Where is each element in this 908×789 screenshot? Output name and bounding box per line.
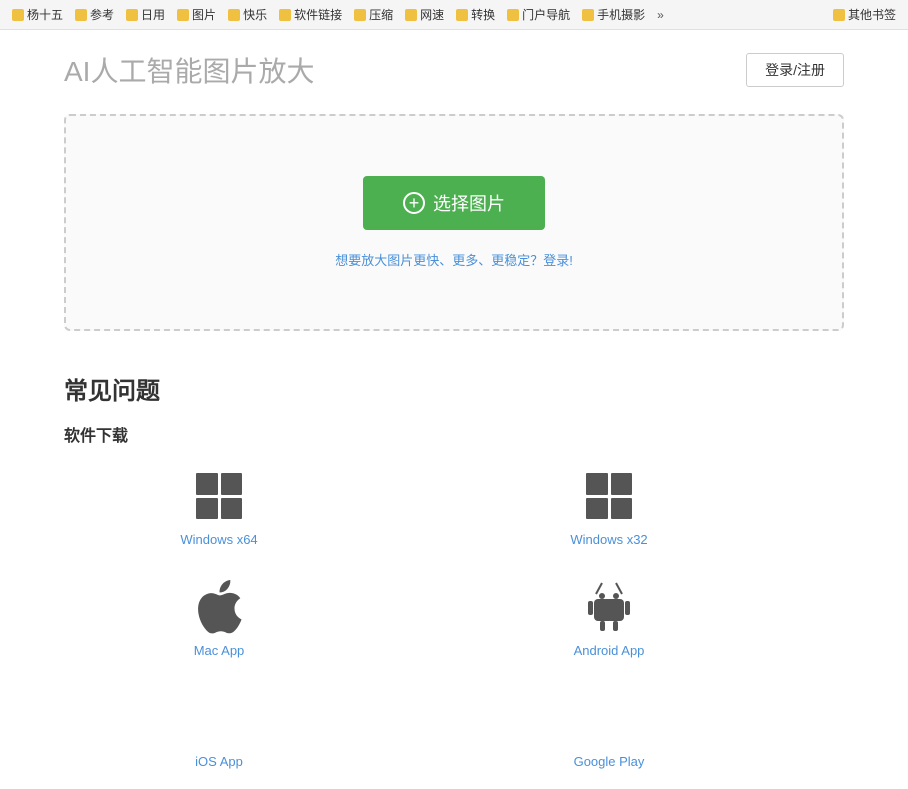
- bookmarks-right: 其他书签: [829, 4, 900, 25]
- bookmarks-bar: 杨十五 参考 日用 图片 快乐 软件链接 压缩 网速 转换 门户导航 手机摄影: [0, 0, 908, 30]
- bookmarks-more-button[interactable]: »: [653, 6, 668, 24]
- apple-icon: [189, 577, 249, 637]
- download-android-app[interactable]: Android App: [454, 577, 764, 658]
- bookmark-ruanjian[interactable]: 软件链接: [275, 4, 346, 25]
- bookmark-shouji[interactable]: 手机摄影: [578, 4, 649, 25]
- folder-icon: [228, 9, 240, 21]
- folder-icon: [126, 9, 138, 21]
- bookmark-other[interactable]: 其他书签: [829, 4, 900, 25]
- login-button[interactable]: 登录/注册: [746, 53, 844, 87]
- bookmark-yasuo[interactable]: 压缩: [350, 4, 397, 25]
- main-content: AI人工智能图片放大 登录/注册 + 选择图片 想要放大图片更快、更多、更稳定？…: [24, 30, 884, 789]
- windows-icon: [579, 466, 639, 526]
- windows-icon: [189, 466, 249, 526]
- folder-icon: [75, 9, 87, 21]
- software-section-title: 软件下载: [64, 422, 844, 446]
- folder-icon: [279, 9, 291, 21]
- plus-circle-icon: +: [403, 192, 425, 214]
- download-windows-x64[interactable]: Windows x64: [64, 466, 374, 547]
- bookmark-wangsu[interactable]: 网速: [401, 4, 448, 25]
- bookmark-zhuanhuan[interactable]: 转换: [452, 4, 499, 25]
- faq-title: 常见问题: [64, 371, 844, 406]
- folder-icon: [12, 9, 24, 21]
- folder-icon: [507, 9, 519, 21]
- download-ios-app[interactable]: iOS App: [64, 688, 374, 769]
- folder-icon: [833, 9, 845, 21]
- upload-area: + 选择图片 想要放大图片更快、更多、更稳定？登录!: [64, 114, 844, 331]
- bookmark-kuaile[interactable]: 快乐: [224, 4, 271, 25]
- folder-icon: [456, 9, 468, 21]
- bookmark-yangshiwu[interactable]: 杨十五: [8, 4, 67, 25]
- faq-section: 常见问题 软件下载 Windows x64: [64, 371, 844, 769]
- download-windows-x32[interactable]: Windows x32: [454, 466, 764, 547]
- bookmark-mendao[interactable]: 门户导航: [503, 4, 574, 25]
- download-grid: Windows x64 Windows x32: [64, 466, 764, 769]
- googleplay-icon: [579, 688, 639, 748]
- download-google-play[interactable]: Google Play: [454, 688, 764, 769]
- bookmark-tupian[interactable]: 图片: [173, 4, 220, 25]
- folder-icon: [582, 9, 594, 21]
- bookmark-cankao[interactable]: 参考: [71, 4, 118, 25]
- upload-hint: 想要放大图片更快、更多、更稳定？登录!: [106, 250, 802, 269]
- select-image-button[interactable]: + 选择图片: [363, 176, 545, 230]
- android-icon: [579, 577, 639, 637]
- folder-icon: [354, 9, 366, 21]
- folder-icon: [405, 9, 417, 21]
- page-header: AI人工智能图片放大 登录/注册: [64, 50, 844, 90]
- bookmark-riyong[interactable]: 日用: [122, 4, 169, 25]
- folder-icon: [177, 9, 189, 21]
- ios-icon: [189, 688, 249, 748]
- page-title: AI人工智能图片放大: [64, 50, 314, 90]
- download-mac-app[interactable]: Mac App: [64, 577, 374, 658]
